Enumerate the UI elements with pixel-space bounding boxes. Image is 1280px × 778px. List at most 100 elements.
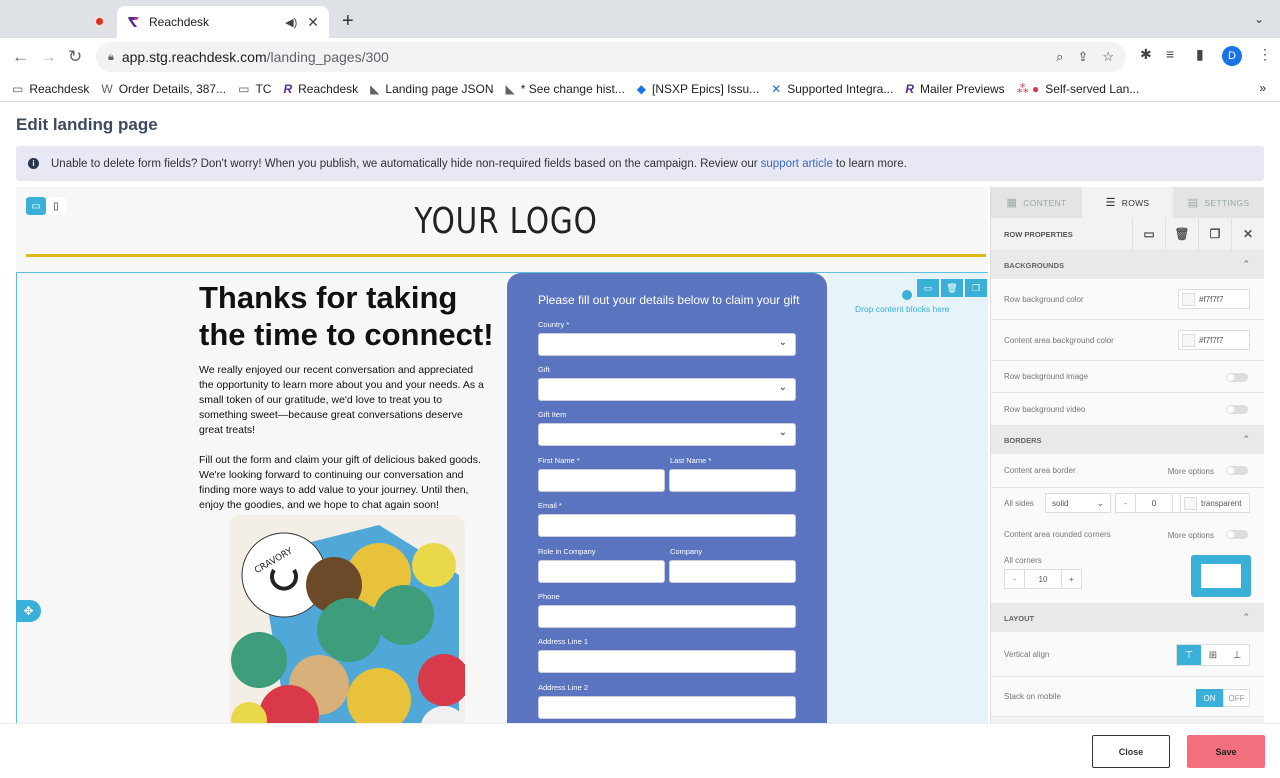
bookmark-item[interactable]: ◣ Landing page JSON bbox=[370, 82, 493, 96]
reachdesk-icon: R bbox=[283, 81, 293, 96]
bookmark-item[interactable]: W Order Details, 387... bbox=[101, 82, 226, 96]
side-panel-icon[interactable]: ▮ bbox=[1196, 46, 1204, 63]
recording-icon bbox=[94, 16, 105, 27]
tab-settings[interactable]: ▤ SETTINGS bbox=[1173, 187, 1264, 218]
editor-footer: Close Save bbox=[0, 723, 1280, 778]
decrement-button[interactable]: - bbox=[1116, 494, 1135, 512]
bookmark-item[interactable]: ▭ TC bbox=[238, 82, 271, 96]
align-bottom-icon[interactable]: ⊥ bbox=[1225, 645, 1249, 665]
close-button[interactable]: Close bbox=[1092, 735, 1170, 768]
bookmark-item[interactable]: ⁂ ● Self-served Lan... bbox=[1017, 82, 1140, 96]
phone-input[interactable] bbox=[538, 605, 796, 628]
bookmark-item[interactable]: ◣ * See change hist... bbox=[505, 82, 624, 96]
border-color-picker[interactable]: transparent bbox=[1180, 493, 1250, 513]
speaker-icon[interactable]: ◀) bbox=[285, 16, 297, 29]
menu-icon[interactable]: ⋮ bbox=[1258, 46, 1272, 63]
comment-icon[interactable]: ▭ bbox=[917, 279, 939, 297]
company-input[interactable] bbox=[669, 560, 796, 583]
address1-label: Address Line 1 bbox=[538, 637, 589, 646]
tab-rows[interactable]: ☰ ROWS bbox=[1082, 187, 1173, 218]
bookmark-star-icon[interactable]: ☆ bbox=[1102, 49, 1114, 65]
email-label: Email * bbox=[538, 501, 562, 510]
tab-content[interactable]: ▦ CONTENT bbox=[991, 187, 1082, 218]
email-input[interactable] bbox=[538, 514, 796, 537]
desktop-view-icon[interactable]: ▭ bbox=[26, 197, 46, 215]
landing-heading[interactable]: Thanks for taking the time to connect! bbox=[199, 279, 499, 353]
stack-off-button[interactable]: OFF bbox=[1223, 689, 1250, 707]
content-bg-color-row: Content area background color #f7f7f7 bbox=[991, 320, 1264, 361]
bookmark-item[interactable]: R Reachdesk bbox=[283, 82, 358, 96]
tab-search-icon[interactable]: ⌄ bbox=[1254, 12, 1264, 26]
corners-more-options-toggle[interactable] bbox=[1226, 530, 1248, 539]
trash-icon[interactable]: 🗑︎ bbox=[1165, 218, 1198, 250]
stack-on-button[interactable]: ON bbox=[1196, 689, 1223, 707]
row-bg-video-toggle[interactable] bbox=[1226, 405, 1248, 414]
delete-icon[interactable]: 🗑︎ bbox=[941, 279, 963, 297]
backgrounds-section[interactable]: BACKGROUNDS ⌃ bbox=[991, 251, 1264, 279]
address-bar[interactable]: 🔒︎ app.stg.reachdesk.com/landing_pages/3… bbox=[96, 42, 1126, 72]
new-tab-button[interactable]: + bbox=[342, 10, 354, 33]
duplicate-icon[interactable]: ❐ bbox=[965, 279, 987, 297]
layout-section[interactable]: LAYOUT ⌃ bbox=[991, 604, 1264, 632]
reachdesk-icon: R bbox=[905, 81, 914, 96]
last-name-input[interactable] bbox=[669, 469, 796, 492]
save-button[interactable]: Save bbox=[1187, 735, 1265, 768]
empty-column[interactable] bbox=[827, 273, 988, 727]
add-block-icon[interactable] bbox=[902, 290, 912, 300]
confluence-icon: ✕ bbox=[771, 81, 782, 96]
back-icon[interactable]: ← bbox=[12, 47, 29, 67]
phone-label: Phone bbox=[538, 592, 560, 601]
chevron-down-icon: ⌄ bbox=[1096, 497, 1104, 508]
zoom-icon[interactable]: ⌕ bbox=[1056, 49, 1063, 65]
decrement-button[interactable]: - bbox=[1005, 570, 1024, 588]
bookmarks-overflow[interactable]: » bbox=[1259, 81, 1266, 95]
row-bg-image-toggle[interactable] bbox=[1226, 373, 1248, 382]
country-select[interactable]: ⌄ bbox=[538, 333, 796, 356]
first-name-input[interactable] bbox=[538, 469, 665, 492]
bookmarks-bar: ▭ Reachdesk W Order Details, 387... ▭ TC RR… bbox=[0, 76, 1280, 102]
copy-icon[interactable]: ❐ bbox=[1198, 218, 1231, 250]
first-name-label: First Name * bbox=[538, 456, 580, 465]
browser-tab[interactable]: Reachdesk ◀) ✕ bbox=[117, 6, 329, 38]
company-label: Company bbox=[670, 547, 703, 556]
bookmark-item[interactable]: R Mailer Previews bbox=[905, 82, 1004, 96]
support-article-link[interactable]: support article bbox=[761, 158, 833, 170]
bookmark-item[interactable]: ✕ Supported Integra... bbox=[771, 82, 893, 96]
corner-radius-stepper[interactable]: - 10 + bbox=[1004, 569, 1082, 589]
gift-item-select[interactable]: ⌄ bbox=[538, 423, 796, 446]
address2-input[interactable] bbox=[538, 696, 796, 719]
profile-avatar[interactable]: D bbox=[1222, 46, 1242, 66]
close-icon[interactable]: ✕ bbox=[1231, 218, 1264, 250]
align-middle-icon[interactable]: ⊞ bbox=[1201, 645, 1225, 665]
gift-select[interactable]: ⌄ bbox=[538, 378, 796, 401]
lock-icon[interactable]: 🔒︎ bbox=[108, 51, 114, 64]
borders-section[interactable]: BORDERS ⌃ bbox=[991, 426, 1264, 454]
extensions-icon[interactable]: ✱ bbox=[1140, 46, 1152, 63]
increment-button[interactable]: + bbox=[1062, 570, 1081, 588]
comment-icon[interactable]: ▭ bbox=[1132, 218, 1165, 250]
reload-icon[interactable]: ↻ bbox=[68, 47, 82, 67]
row-bg-color-picker[interactable]: #f7f7f7 bbox=[1178, 289, 1250, 309]
align-top-icon[interactable]: ⊤ bbox=[1177, 645, 1201, 665]
border-more-options-toggle[interactable] bbox=[1226, 466, 1248, 475]
bookmark-item[interactable]: ◆ [NSXP Epics] Issu... bbox=[637, 82, 759, 96]
forward-icon[interactable]: → bbox=[40, 47, 57, 67]
stack-mobile-toggle: ON OFF bbox=[1196, 689, 1250, 707]
media-icon[interactable]: ≡ bbox=[1166, 46, 1174, 62]
border-style-select[interactable]: solid ⌄ bbox=[1045, 493, 1111, 513]
content-bg-color-picker[interactable]: #f7f7f7 bbox=[1178, 330, 1250, 350]
close-tab-icon[interactable]: ✕ bbox=[307, 14, 319, 31]
logo-placeholder[interactable]: YOUR LOGO bbox=[104, 201, 908, 242]
logo-divider bbox=[26, 254, 986, 257]
address1-input[interactable] bbox=[538, 650, 796, 673]
rows-icon: ☰ bbox=[1105, 197, 1116, 209]
selected-row[interactable]: Thanks for taking the time to connect! W… bbox=[16, 272, 988, 727]
bookmark-item[interactable]: ▭ Reachdesk bbox=[12, 82, 89, 96]
move-row-icon[interactable]: ✥ bbox=[16, 600, 41, 622]
share-icon[interactable]: ⇪ bbox=[1077, 49, 1088, 65]
mobile-view-icon[interactable]: ▯ bbox=[46, 197, 66, 215]
role-input[interactable] bbox=[538, 560, 665, 583]
url-host: app.stg.reachdesk.com bbox=[121, 49, 267, 65]
cookies-image[interactable]: CRAVORY bbox=[229, 515, 465, 727]
landing-body[interactable]: We really enjoyed our recent conversatio… bbox=[199, 363, 484, 513]
